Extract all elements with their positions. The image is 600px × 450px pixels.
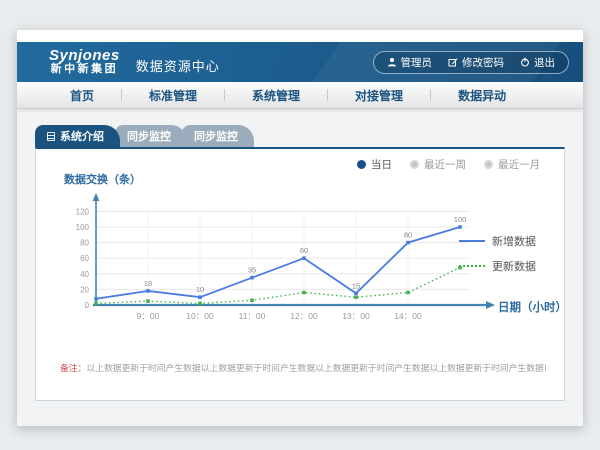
nav-item-0[interactable]: 首页: [43, 87, 121, 104]
tab-bar: 系统介绍 同步监控 同步监控: [35, 125, 565, 147]
change-password-label: 修改密码: [462, 55, 504, 70]
data-point: [94, 297, 98, 301]
main-nav: 首页标准管理系统管理对接管理数据异动: [17, 82, 583, 109]
legend-line-sample: [459, 265, 485, 267]
x-tick-label: 14：00: [394, 311, 422, 321]
data-point-label: 100: [454, 215, 467, 224]
filter-option-2[interactable]: 最近一月: [484, 157, 540, 172]
y-axis-arrow-icon: [93, 193, 100, 201]
logout-button[interactable]: 退出: [520, 55, 555, 70]
filter-option-0[interactable]: 当日: [357, 157, 392, 172]
data-point: [406, 241, 410, 245]
document-icon: [47, 132, 55, 141]
change-password-button[interactable]: 修改密码: [448, 55, 504, 70]
data-point: [146, 299, 150, 303]
legend-item-1[interactable]: 更新数据: [459, 258, 536, 274]
x-axis-arrow-icon: [486, 301, 495, 309]
y-tick-label: 20: [80, 285, 89, 294]
y-tick-label: 0: [85, 301, 90, 310]
y-tick-label: 120: [76, 207, 90, 216]
app-header: Synjones 新中新集团 数据资源中心 管理员 修改密码: [17, 42, 583, 82]
tab-2[interactable]: 同步监控: [182, 125, 254, 147]
logout-label: 退出: [534, 55, 555, 70]
brand-logo: Synjones 新中新集团: [49, 48, 120, 75]
data-point-label: 10: [196, 285, 204, 294]
data-point: [198, 302, 202, 306]
y-tick-label: 80: [80, 239, 89, 248]
data-point: [354, 292, 358, 296]
radio-dot-icon: [357, 160, 366, 169]
edit-icon: [448, 57, 458, 67]
app-title: 数据资源中心: [136, 56, 220, 75]
y-tick-label: 100: [76, 223, 90, 232]
filter-option-label: 最近一月: [498, 157, 540, 172]
filter-option-label: 当日: [371, 157, 392, 172]
data-point-label: 15: [352, 281, 360, 290]
nav-item-2[interactable]: 系统管理: [225, 87, 327, 104]
legend-item-label: 更新数据: [492, 258, 536, 274]
brand-subname: 新中新集团: [49, 64, 120, 76]
x-tick-label: 11：00: [239, 311, 266, 321]
legend-item-label: 新增数据: [492, 233, 536, 249]
content-area: 系统介绍 同步监控 同步监控 当日 最近一周 最近一月 数据交换（条） 0 20 40 60 8…: [17, 109, 583, 426]
content-panel: 当日 最近一周 最近一月 数据交换（条） 0 20 40 60 80 100 120 9：00 10…: [35, 147, 565, 401]
brand-name: Synjones: [49, 48, 120, 64]
time-filter: 当日 最近一周 最近一月: [357, 157, 540, 172]
data-point: [302, 291, 306, 295]
tab-label: 同步监控: [127, 128, 171, 144]
tab-label: 系统介绍: [60, 128, 104, 144]
footnote-text: 以上数据更新于时间产生数据以上数据更新于时间产生数据以上数据更新于时间产生数据以…: [86, 363, 546, 373]
filter-option-label: 最近一周: [424, 157, 466, 172]
legend-line-sample: [459, 240, 485, 242]
data-point-label: 35: [248, 266, 256, 275]
legend-item-0[interactable]: 新增数据: [459, 233, 536, 249]
header-actions: 管理员 修改密码 退出: [373, 51, 570, 74]
user-icon: [387, 57, 397, 67]
data-point-label: 80: [404, 231, 412, 240]
data-point-label: 60: [300, 246, 308, 255]
radio-dot-icon: [484, 160, 493, 169]
app-window: Synjones 新中新集团 数据资源中心 管理员 修改密码: [17, 30, 583, 426]
footnote: 备注：以上数据更新于时间产生数据以上数据更新于时间产生数据以上数据更新于时间产生…: [60, 361, 546, 374]
nav-item-1[interactable]: 标准管理: [122, 87, 224, 104]
x-tick-label: 9：00: [137, 311, 160, 321]
data-point: [146, 289, 150, 293]
x-tick-label: 12：00: [290, 311, 318, 321]
tab-1[interactable]: 同步监控: [115, 125, 187, 147]
data-point: [458, 225, 462, 229]
filter-option-1[interactable]: 最近一周: [410, 157, 466, 172]
y-axis-title: 数据交换（条）: [64, 171, 141, 187]
window-top-strip: [17, 30, 583, 42]
data-point: [302, 256, 306, 260]
tab-label: 同步监控: [194, 128, 238, 144]
data-point: [198, 295, 202, 299]
data-point: [250, 299, 254, 303]
user-button[interactable]: 管理员: [387, 55, 433, 70]
line-chart: 0 20 40 60 80 100 120 9：00 10：00 11：00 12：00 13：00 1…: [50, 189, 510, 339]
series-legend: 新增数据更新数据: [459, 233, 536, 274]
y-tick-label: 40: [80, 270, 89, 279]
data-point: [250, 276, 254, 280]
x-tick-label: 10：00: [186, 311, 214, 321]
x-tick-label: 13：00: [342, 311, 370, 321]
tab-0[interactable]: 系统介绍: [35, 125, 120, 147]
y-tick-label: 60: [80, 254, 89, 263]
data-point: [406, 291, 410, 295]
data-point: [354, 295, 358, 299]
power-icon: [520, 57, 530, 67]
data-point: [94, 302, 98, 306]
data-point-label: 18: [144, 279, 152, 288]
nav-item-3[interactable]: 对接管理: [328, 87, 430, 104]
nav-item-4[interactable]: 数据异动: [431, 87, 533, 104]
footnote-label: 备注：: [60, 363, 86, 373]
user-button-label: 管理员: [401, 55, 433, 70]
x-axis-title: 日期（小时）: [498, 299, 567, 315]
radio-dot-icon: [410, 160, 419, 169]
